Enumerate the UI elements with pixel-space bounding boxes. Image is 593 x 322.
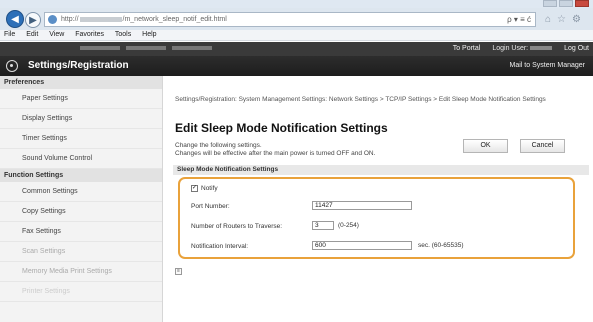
login-user-label: Login User: xyxy=(492,45,529,52)
instructions: Change the following settings. Changes w… xyxy=(175,142,375,158)
routers-input[interactable]: 3 xyxy=(312,221,334,230)
sidebar-section-function-settings: Function Settings xyxy=(0,169,162,182)
sidebar-item-memory-media-print[interactable]: Memory Media Print Settings xyxy=(0,262,162,282)
menu-help[interactable]: Help xyxy=(142,31,156,38)
sidebar-item-common-settings[interactable]: Common Settings xyxy=(0,182,162,202)
cancel-button[interactable]: Cancel xyxy=(520,139,565,153)
back-button[interactable]: ◀ xyxy=(6,10,24,28)
gear-icon[interactable]: ⚙ xyxy=(572,14,581,25)
header-title: Settings/Registration xyxy=(28,60,129,71)
address-end: /m_network_sleep_notif_edit.html xyxy=(122,16,227,23)
interval-range: sec. (60-65535) xyxy=(418,242,464,249)
mail-to-manager-link[interactable]: Mail to System Manager xyxy=(510,62,585,69)
page-title: Edit Sleep Mode Notification Settings xyxy=(175,121,388,135)
menu-tools[interactable]: Tools xyxy=(115,31,131,38)
arrow-right-icon: ▶ xyxy=(29,14,37,26)
login-user: Login User: xyxy=(492,42,553,56)
minimize-button[interactable] xyxy=(543,0,557,7)
interval-input[interactable]: 600 xyxy=(312,241,412,250)
address-start: http:// xyxy=(61,16,79,23)
instruction-line-1: Change the following settings. xyxy=(175,142,262,149)
instruction-line-2: Changes will be effective after the main… xyxy=(175,150,376,157)
browser-tools: ⌂ ☆ ⚙ xyxy=(545,14,581,25)
menu-favorites[interactable]: Favorites xyxy=(75,31,104,38)
highlighted-settings-group: ✓ Notify Port Number: 11427 Number of Ro… xyxy=(178,177,575,259)
expand-icon[interactable]: ≡ xyxy=(175,268,182,275)
address-tools[interactable]: ρ ▾ ≡ ć xyxy=(507,13,531,26)
window-title-bar xyxy=(0,0,593,8)
sidebar-item-printer-settings[interactable]: Printer Settings xyxy=(0,282,162,302)
window-controls xyxy=(543,0,589,7)
notify-label: Notify xyxy=(201,185,218,192)
port-number-input[interactable]: 11427 xyxy=(312,201,412,210)
routers-label: Number of Routers to Traverse: xyxy=(191,223,283,230)
home-icon[interactable]: ⌂ xyxy=(545,14,551,25)
breadcrumb: Settings/Registration: System Management… xyxy=(175,96,546,103)
sidebar-item-paper-settings[interactable]: Paper Settings xyxy=(0,89,162,109)
login-user-redacted xyxy=(530,46,553,51)
device-info-bar: To Portal Login User: Log Out xyxy=(0,42,593,56)
settings-header: Settings/Registration Mail to System Man… xyxy=(0,56,593,76)
port-number-label: Port Number: xyxy=(191,203,230,210)
ie-page-icon xyxy=(48,15,57,24)
menu-view[interactable]: View xyxy=(49,31,64,38)
close-window-button[interactable] xyxy=(575,0,589,7)
sidebar-item-display-settings[interactable]: Display Settings xyxy=(0,109,162,129)
sidebar-item-sound-volume[interactable]: Sound Volume Control xyxy=(0,149,162,169)
sidebar-item-fax-settings[interactable]: Fax Settings xyxy=(0,222,162,242)
sidebar-item-copy-settings[interactable]: Copy Settings xyxy=(0,202,162,222)
sidebar: Preferences Paper Settings Display Setti… xyxy=(0,76,163,322)
routers-range: (0-254) xyxy=(338,222,359,229)
device-bar-links: To Portal Login User: Log Out xyxy=(453,42,589,56)
group-title: Sleep Mode Notification Settings xyxy=(173,165,589,175)
maximize-button[interactable] xyxy=(559,0,573,7)
main-content: Settings/Registration: System Management… xyxy=(163,76,593,322)
arrow-left-icon: ◀ xyxy=(11,13,19,25)
menu-file[interactable]: File xyxy=(4,31,15,38)
address-bar[interactable]: http:///m_network_sleep_notif_edit.html … xyxy=(44,12,536,27)
interval-label: Notification Interval: xyxy=(191,243,249,250)
forward-button[interactable]: ▶ xyxy=(25,12,41,28)
device-name-redacted xyxy=(80,42,218,56)
to-portal-link[interactable]: To Portal xyxy=(453,42,481,56)
notify-checkbox-row[interactable]: ✓ Notify xyxy=(191,185,218,192)
sidebar-item-scan-settings[interactable]: Scan Settings xyxy=(0,242,162,262)
settings-logo-icon xyxy=(6,60,18,72)
menu-edit[interactable]: Edit xyxy=(26,31,38,38)
logout-link[interactable]: Log Out xyxy=(564,42,589,56)
ok-button[interactable]: OK xyxy=(463,139,508,153)
browser-menu-bar: File Edit View Favorites Tools Help xyxy=(0,30,593,41)
sidebar-item-timer-settings[interactable]: Timer Settings xyxy=(0,129,162,149)
address-redacted xyxy=(79,16,122,22)
sidebar-section-preferences: Preferences xyxy=(0,76,162,89)
notify-checkbox[interactable]: ✓ xyxy=(191,185,198,192)
favorites-star-icon[interactable]: ☆ xyxy=(557,14,566,25)
browser-nav-bar: ◀ ▶ http:// /m_network_sleep_notif_edit.h… xyxy=(0,8,593,30)
